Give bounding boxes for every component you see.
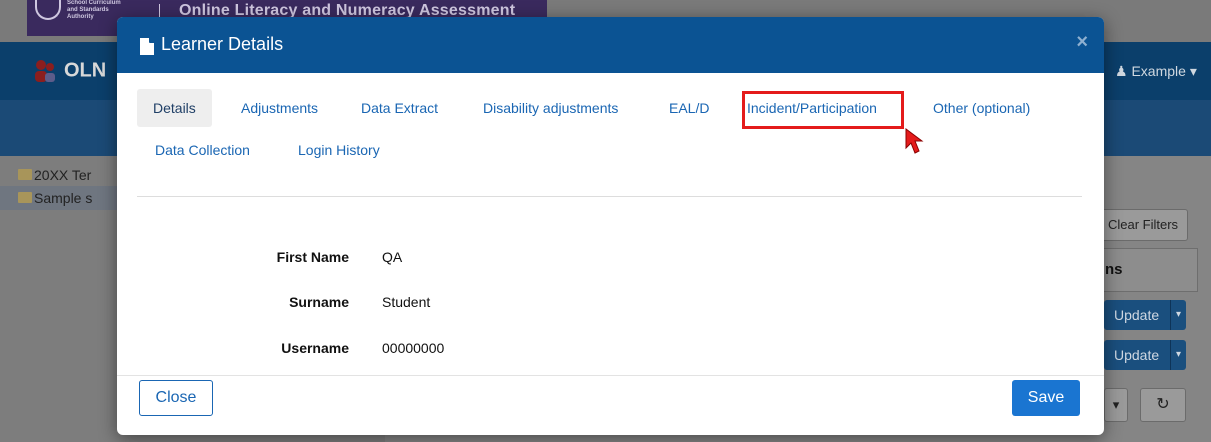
authority-logo-icon (35, 0, 61, 20)
first-name-label: First Name (276, 249, 349, 265)
highlight-box (742, 91, 904, 129)
tree-item-label: 20XX Ter (34, 167, 92, 183)
refresh-button[interactable]: ↻ (1140, 388, 1186, 422)
update-button-label: Update (1114, 307, 1160, 323)
modal-header: Learner Details × (117, 17, 1104, 73)
tab-data-extract[interactable]: Data Extract (345, 89, 454, 127)
chevron-down-icon: ▾ (1112, 397, 1120, 412)
tab-other-optional[interactable]: Other (optional) (917, 89, 1046, 127)
clear-filters-button[interactable]: Clear Filters (1098, 209, 1188, 241)
chevron-down-icon: ▾ (1189, 63, 1197, 79)
brand[interactable]: OLN (32, 58, 106, 84)
tab-data-collection[interactable]: Data Collection (139, 131, 266, 169)
update-button[interactable]: Update ▾ (1104, 340, 1186, 370)
update-button-label: Update (1114, 347, 1160, 363)
tab-login-history[interactable]: Login History (282, 131, 396, 169)
tree-item-label: Sample s (34, 190, 93, 206)
learner-details-modal: Learner Details × Details Adjustments Da… (117, 17, 1104, 435)
first-name-value: QA (382, 249, 403, 265)
tab-eald[interactable]: EAL/D (653, 89, 725, 127)
dropdown-toggle-button[interactable]: ▾ (1104, 388, 1128, 422)
close-icon[interactable]: × (1076, 31, 1088, 54)
user-icon: ♟ (1115, 63, 1128, 79)
people-logo-icon (35, 60, 55, 82)
tab-adjustments[interactable]: Adjustments (225, 89, 334, 127)
surname-label: Surname (289, 294, 349, 310)
update-button[interactable]: Update ▾ (1104, 300, 1186, 330)
refresh-icon: ↻ (1156, 396, 1170, 413)
actions-panel: ns (1098, 248, 1198, 292)
username-value: 00000000 (382, 340, 445, 356)
username-label: Username (281, 340, 349, 356)
modal-title: Learner Details (161, 34, 284, 54)
panel-heading: ns (1105, 261, 1123, 278)
user-name: Example (1131, 63, 1186, 79)
tab-details[interactable]: Details (137, 89, 212, 127)
folder-icon (18, 192, 32, 203)
save-button[interactable]: Save (1012, 380, 1080, 416)
tab-disability-adjustments[interactable]: Disability adjustments (467, 89, 634, 127)
modal-footer (117, 375, 1104, 435)
chevron-down-icon: ▾ (1170, 340, 1186, 370)
brand-text: OLN (64, 59, 107, 82)
tab-bar: Details Adjustments Data Extract Disabil… (137, 89, 1082, 197)
modal-body: Details Adjustments Data Extract Disabil… (117, 73, 1104, 375)
chevron-down-icon: ▾ (1170, 300, 1186, 330)
close-button[interactable]: Close (139, 380, 213, 416)
folder-icon (18, 169, 32, 180)
user-menu[interactable]: ♟ Example ▾ (1115, 63, 1197, 80)
file-icon (140, 38, 154, 55)
arrow-cursor-icon (905, 128, 924, 154)
surname-value: Student (382, 294, 431, 310)
